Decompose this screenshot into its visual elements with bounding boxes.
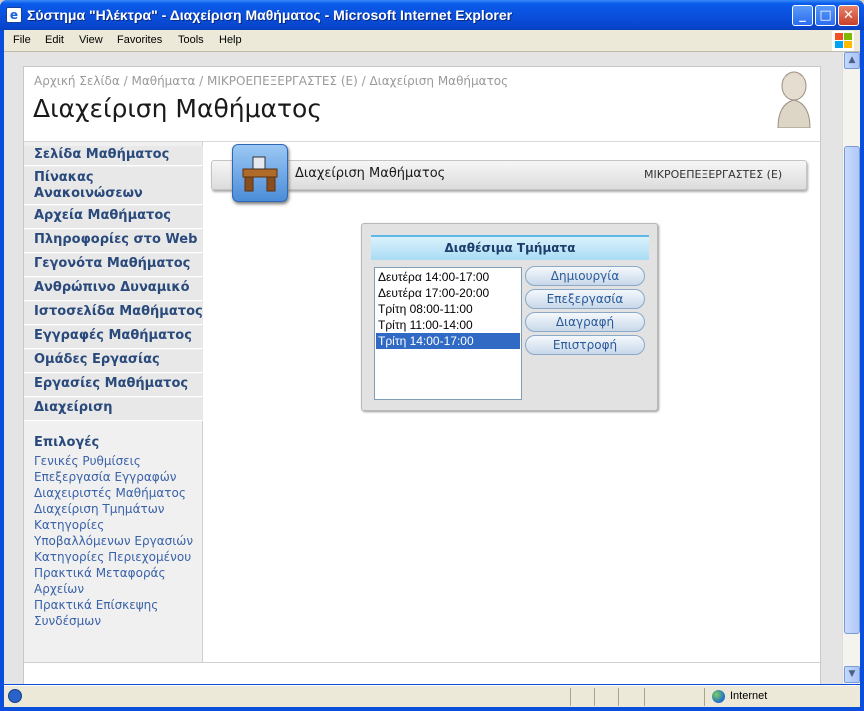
sidebar-item-web-info[interactable]: Πληροφορίες στο Web xyxy=(24,230,203,253)
footer-divider xyxy=(24,662,822,663)
sections-panel: Διαθέσιμα Τμήματα Δευτέρα 14:00-17:00 Δε… xyxy=(361,223,658,411)
panel-title: Διαθέσιμα Τμήματα xyxy=(371,235,649,260)
sidebar-item-management[interactable]: Διαχείριση xyxy=(24,398,203,421)
sidebar-item-enrollments[interactable]: Εγγραφές Μαθήματος xyxy=(24,326,203,349)
status-divider xyxy=(644,688,645,706)
scroll-up-icon[interactable]: ▲ xyxy=(844,52,860,69)
status-divider xyxy=(618,688,619,706)
web-page: Αρχική Σελίδα / Μαθήματα / ΜΙΚΡΟΕΠΕΞΕΡΓΑ… xyxy=(23,66,822,684)
status-divider xyxy=(704,688,705,706)
section-course-name: ΜΙΚΡΟΕΠΕΞΕΡΓΑΣΤΕΣ (Ε) xyxy=(644,168,783,181)
sidebar-item-course-page[interactable]: Σελίδα Μαθήματος xyxy=(24,146,203,166)
minimize-button[interactable]: _ xyxy=(792,5,813,26)
list-item[interactable]: Δευτέρα 17:00-20:00 xyxy=(376,285,520,301)
ie-page-icon: e xyxy=(6,7,22,23)
globe-icon xyxy=(712,690,725,703)
vertical-scrollbar[interactable]: ▲ ▼ xyxy=(842,52,860,684)
scroll-thumb[interactable] xyxy=(844,146,860,634)
ie-status-icon xyxy=(8,689,22,703)
browser-viewport: Αρχική Σελίδα / Μαθήματα / ΜΙΚΡΟΕΠΕΞΕΡΓΑ… xyxy=(4,52,860,684)
breadcrumb[interactable]: Αρχική Σελίδα / Μαθήματα / ΜΙΚΡΟΕΠΕΞΕΡΓΑ… xyxy=(34,74,508,88)
edit-button[interactable]: Επεξεργασία xyxy=(525,289,645,309)
browser-window: e Σύστημα "Ηλέκτρα" - Διαχείριση Μαθήματ… xyxy=(0,0,864,711)
menu-view[interactable]: View xyxy=(79,34,103,46)
option-content-categories[interactable]: Κατηγορίες Περιεχομένου xyxy=(34,549,202,565)
sidebar-item-assignments[interactable]: Εργασίες Μαθήματος xyxy=(24,374,203,397)
option-course-admins[interactable]: Διαχειριστές Μαθήματος xyxy=(34,485,202,501)
menu-help[interactable]: Help xyxy=(219,34,242,46)
menu-favorites[interactable]: Favorites xyxy=(117,34,162,46)
menu-file[interactable]: File xyxy=(13,34,31,46)
windows-logo-icon xyxy=(832,31,854,51)
status-bar: Internet xyxy=(4,685,860,707)
option-general-settings[interactable]: Γενικές Ρυθμίσεις xyxy=(34,453,202,469)
option-file-transfer-logs[interactable]: Πρακτικά Μεταφοράς Αρχείων xyxy=(34,565,174,597)
back-button[interactable]: Επιστροφή xyxy=(525,335,645,355)
menu-tools[interactable]: Tools xyxy=(178,34,204,46)
option-link-visit-logs[interactable]: Πρακτικά Επίσκεψης Συνδέσμων xyxy=(34,597,174,629)
title-bar[interactable]: e Σύστημα "Ηλέκτρα" - Διαχείριση Μαθήματ… xyxy=(0,0,864,30)
list-item[interactable]: Δευτέρα 14:00-17:00 xyxy=(376,269,520,285)
sidebar-item-course-website[interactable]: Ιστοσελίδα Μαθήματος xyxy=(24,302,203,325)
menu-bar: File Edit View Favorites Tools Help xyxy=(4,30,860,52)
page-title: Διαχείριση Μαθήματος xyxy=(33,94,323,123)
list-item-selected[interactable]: Τρίτη 14:00-17:00 xyxy=(376,333,520,349)
list-item[interactable]: Τρίτη 11:00-14:00 xyxy=(376,317,520,333)
options-heading: Επιλογές xyxy=(34,435,100,450)
sidebar-item-course-events[interactable]: Γεγονότα Μαθήματος xyxy=(24,254,203,277)
option-manage-sections[interactable]: Διαχείριση Τμημάτων xyxy=(34,501,174,517)
sections-listbox[interactable]: Δευτέρα 14:00-17:00 Δευτέρα 17:00-20:00 … xyxy=(374,267,522,400)
close-button[interactable]: ✕ xyxy=(838,5,859,26)
sidebar: Σελίδα Μαθήματος Πίνακας Ανακοινώσεων Αρ… xyxy=(24,142,203,662)
sidebar-item-course-files[interactable]: Αρχεία Μαθήματος xyxy=(24,206,203,229)
status-divider xyxy=(570,688,571,706)
security-zone-label: Internet xyxy=(730,690,768,702)
status-divider xyxy=(594,688,595,706)
list-item[interactable]: Τρίτη 08:00-11:00 xyxy=(376,301,520,317)
option-submission-categories-label: Κατηγορίες Υποβαλλόμενων Εργασιών xyxy=(34,518,194,548)
option-edit-enrollments[interactable]: Επεξεργασία Εγγραφών xyxy=(34,469,202,485)
scroll-down-icon[interactable]: ▼ xyxy=(844,666,860,683)
maximize-button[interactable]: □ xyxy=(815,5,836,26)
sidebar-item-announcements[interactable]: Πίνακας Ανακοινώσεων xyxy=(24,167,203,205)
window-title: Σύστημα "Ηλέκτρα" - Διαχείριση Μαθήματος… xyxy=(27,7,513,23)
menu-edit[interactable]: Edit xyxy=(45,34,64,46)
statue-logo-icon xyxy=(777,71,811,128)
desk-icon xyxy=(232,144,288,202)
sidebar-item-work-groups[interactable]: Ομάδες Εργασίας xyxy=(24,350,203,373)
create-button[interactable]: Δημιουργία xyxy=(525,266,645,286)
delete-button[interactable]: Διαγραφή xyxy=(525,312,645,332)
section-title: Διαχείριση Μαθήματος xyxy=(295,166,446,181)
sidebar-item-staff[interactable]: Ανθρώπινο Δυναμικό xyxy=(24,278,203,301)
main-content: Διαχείριση Μαθήματος ΜΙΚΡΟΕΠΕΞΕΡΓΑΣΤΕΣ (… xyxy=(204,142,822,662)
